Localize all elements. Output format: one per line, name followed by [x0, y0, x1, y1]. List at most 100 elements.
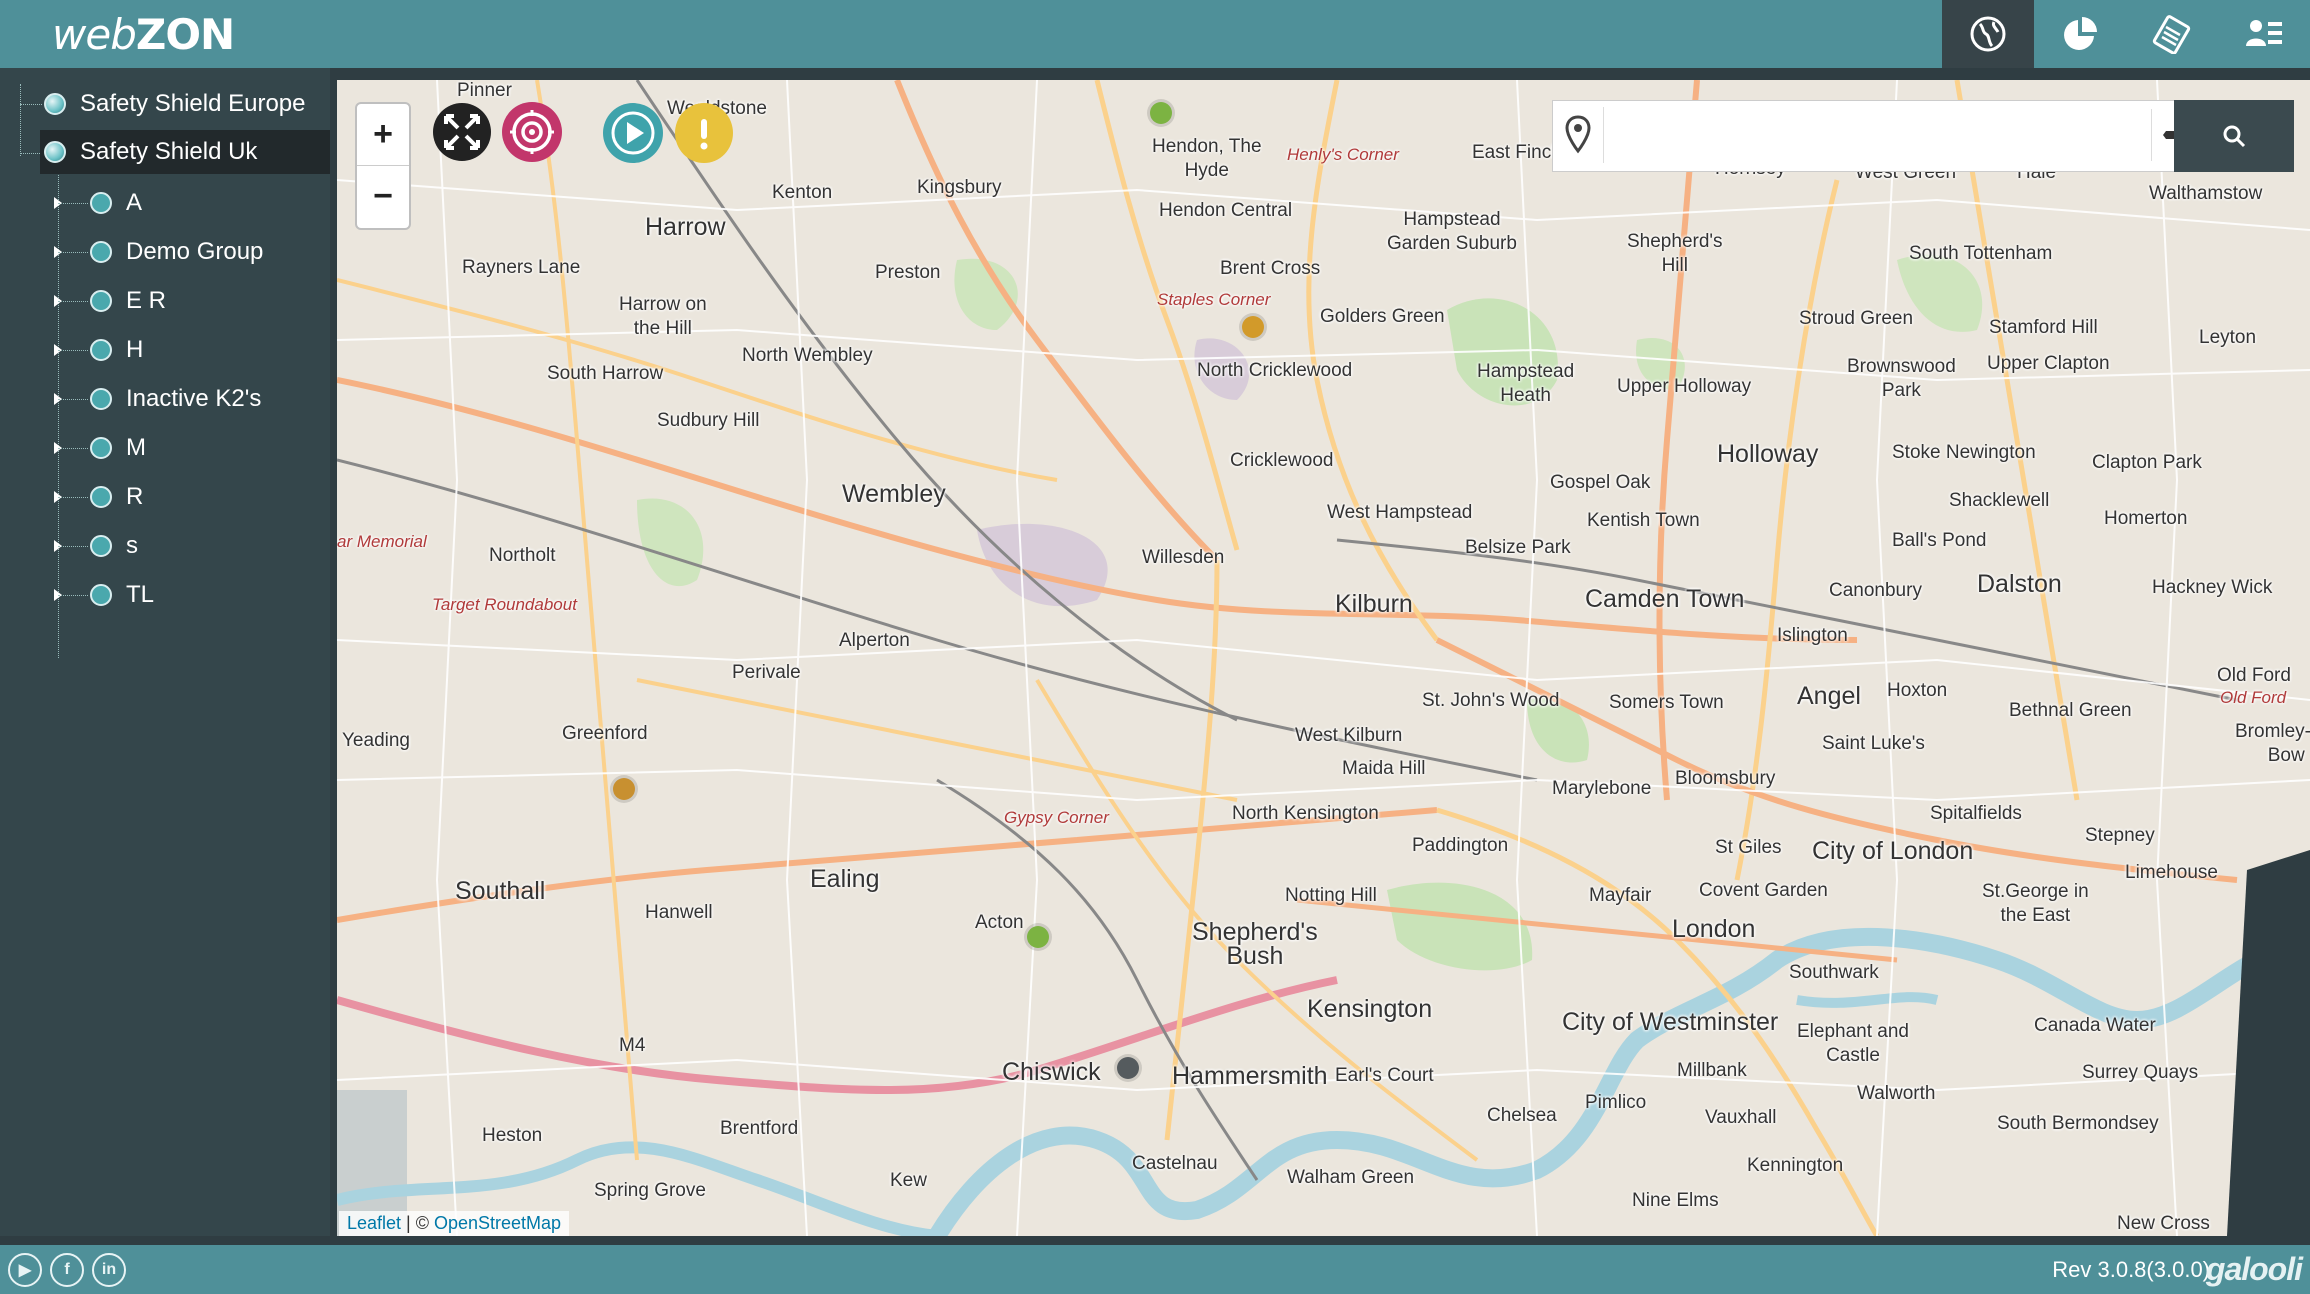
map-place-label: Mayfair	[1589, 885, 1652, 906]
map-place-label: Pinner	[457, 80, 512, 101]
address-search-box	[1552, 100, 2262, 172]
map-place-label: London	[1672, 915, 1756, 943]
user-list-icon	[2246, 20, 2282, 46]
alert-icon	[700, 119, 708, 150]
openstreetmap-link[interactable]: OpenStreetMap	[434, 1213, 561, 1233]
report-icon	[2152, 15, 2191, 54]
map-place-label: Cricklewood	[1230, 450, 1334, 471]
dashboard-button[interactable]	[2034, 0, 2126, 68]
map-place-label: Henly's Corner	[1287, 145, 1399, 164]
group-node-icon	[90, 388, 112, 410]
map-place-label: Harrow on the Hill	[619, 294, 707, 339]
tree-item-tl[interactable]: TL	[90, 573, 154, 617]
play-history-button[interactable]	[603, 103, 663, 163]
tree-item-s[interactable]: s	[90, 524, 138, 568]
group-node-icon	[90, 192, 112, 214]
map-place-label: St Giles	[1715, 837, 1782, 858]
tree-item-safety-shield-uk[interactable]: Safety Shield Uk	[40, 130, 330, 174]
tree-item-demo-group[interactable]: Demo Group	[90, 230, 263, 274]
map-place-label: South Harrow	[547, 363, 664, 384]
locate-button[interactable]	[502, 102, 562, 162]
map-place-label: Sudbury Hill	[657, 410, 760, 431]
fit-bounds-button[interactable]	[433, 103, 491, 161]
top-header: webZON	[0, 0, 2310, 68]
zoom-out-button[interactable]: −	[357, 166, 409, 227]
map-place-label: North Kensington	[1232, 803, 1379, 824]
map-place-label: M4	[619, 1035, 646, 1056]
tree-connector	[58, 203, 88, 204]
map-attribution: Leaflet | © OpenStreetMap	[339, 1211, 570, 1236]
map-place-label: Islington	[1777, 625, 1848, 646]
map-place-label: Upper Clapton	[1987, 353, 2110, 374]
tree-item-h[interactable]: H	[90, 328, 143, 372]
map-place-label: Old Ford	[2220, 688, 2287, 707]
map-place-label: Hampstead Heath	[1477, 361, 1575, 406]
map-place-label: Covent Garden	[1699, 880, 1828, 901]
map-place-label: Northolt	[489, 545, 556, 566]
group-node-icon	[90, 241, 112, 263]
map-place-label: Chiswick	[1002, 1058, 1101, 1086]
map-place-label: Ball's Pond	[1892, 530, 1987, 551]
alerts-button[interactable]	[675, 103, 733, 163]
search-button[interactable]	[2174, 100, 2294, 172]
zoom-in-button[interactable]: +	[357, 104, 409, 166]
vehicle-marker[interactable]	[1150, 102, 1172, 124]
vehicle-marker[interactable]	[1242, 316, 1264, 338]
map-place-label: Rayners Lane	[462, 257, 581, 278]
map-place-label: ar Memorial	[337, 532, 427, 551]
tree-connector	[58, 252, 88, 253]
map-place-label: Bloomsbury	[1675, 768, 1776, 789]
main-nav	[1942, 0, 2310, 68]
map-place-label: Nine Elms	[1632, 1190, 1719, 1211]
map-place-label: Heston	[482, 1125, 543, 1146]
vehicle-marker[interactable]	[1027, 926, 1049, 948]
map-place-label: West Hampstead	[1327, 502, 1473, 523]
tree-connector	[58, 448, 88, 449]
address-search-input[interactable]	[1603, 107, 2168, 163]
vehicle-marker[interactable]	[1117, 1057, 1139, 1079]
map-place-label: Spring Grove	[594, 1180, 706, 1201]
tree-item-e-r[interactable]: E R	[90, 279, 166, 323]
map-place-label: Old Ford	[2217, 665, 2291, 686]
reports-button[interactable]	[2126, 0, 2218, 68]
map-place-label: Somers Town	[1609, 692, 1724, 713]
map-view-button[interactable]	[1942, 0, 2034, 68]
linkedin-icon[interactable]: in	[92, 1253, 126, 1287]
tree-item-m[interactable]: M	[90, 426, 146, 470]
facebook-icon[interactable]: f	[50, 1253, 84, 1287]
expand-arrows-icon	[444, 114, 480, 150]
tree-connector	[58, 546, 88, 547]
map-place-label: Stamford Hill	[1989, 317, 2098, 338]
map-place-label: Bromley-by- Bow	[2235, 721, 2310, 766]
tree-item-inactive-k2s[interactable]: Inactive K2's	[90, 377, 261, 421]
location-pin-icon	[1565, 115, 1591, 154]
map-place-label: Brent Cross	[1220, 258, 1321, 279]
map-place-label: Alperton	[839, 630, 910, 651]
vehicle-marker[interactable]	[613, 778, 635, 800]
map-place-label: Kenton	[772, 182, 833, 203]
group-globe-icon	[44, 93, 66, 115]
map-place-label: Chelsea	[1487, 1105, 1557, 1126]
tree-connector	[58, 399, 88, 400]
map-place-label: New Cross	[2117, 1213, 2210, 1234]
tree-connector	[58, 350, 88, 351]
map-canvas[interactable]: PinnerWealdstoneHendon, The HydeHenly's …	[337, 80, 2310, 1236]
map-place-label: Hackney Wick	[2152, 577, 2273, 598]
map-place-label: Angel	[1797, 682, 1861, 710]
map-place-label: Brentford	[720, 1118, 799, 1139]
map-place-label: Acton	[975, 912, 1024, 933]
youtube-icon[interactable]: ▶	[8, 1253, 42, 1287]
map-place-label: Saint Luke's	[1822, 733, 1925, 754]
tree-item-a[interactable]: A	[90, 181, 142, 225]
map-place-label: Hampstead Garden Suburb	[1387, 209, 1517, 254]
map-place-label: City of Westminster	[1562, 1008, 1779, 1036]
map-place-label: Hendon, The Hyde	[1152, 136, 1262, 181]
tree-connector	[58, 301, 88, 302]
leaflet-link[interactable]: Leaflet	[347, 1213, 401, 1233]
map-place-label: South Bermondsey	[1997, 1113, 2159, 1134]
webzon-logo[interactable]: webZON	[52, 10, 235, 59]
tree-item-r[interactable]: R	[90, 475, 143, 519]
map-place-label: Gypsy Corner	[1004, 808, 1109, 827]
users-button[interactable]	[2218, 0, 2310, 68]
tree-item-safety-shield-europe[interactable]: Safety Shield Europe	[44, 82, 324, 126]
